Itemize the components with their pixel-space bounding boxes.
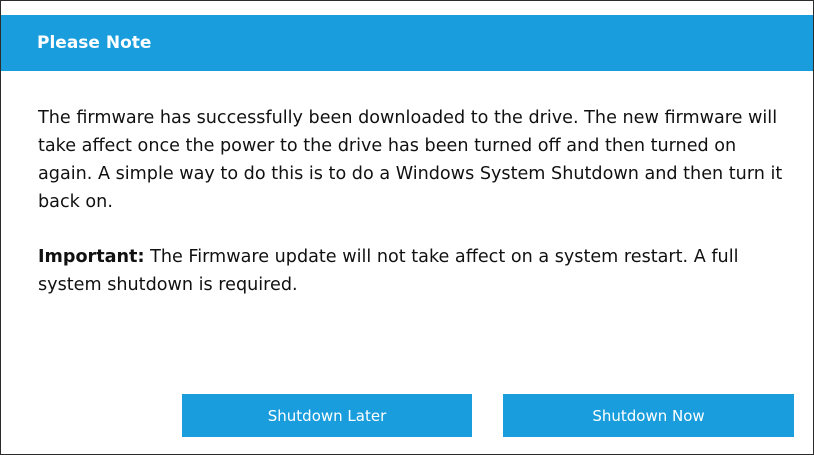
firmware-downloaded-message: The firmware has successfully been downl… bbox=[38, 108, 783, 212]
dialog-message: The firmware has successfully been downl… bbox=[38, 104, 788, 299]
dialog-title: Please Note bbox=[37, 33, 152, 53]
important-label: Important: bbox=[38, 247, 145, 267]
dialog-title-bar: Please Note bbox=[1, 15, 813, 71]
firmware-dialog: Please Note The firmware has successfull… bbox=[0, 0, 814, 455]
shutdown-now-button[interactable]: Shutdown Now bbox=[503, 394, 794, 437]
shutdown-later-button[interactable]: Shutdown Later bbox=[182, 394, 472, 437]
important-note: Important: The Firmware update will not … bbox=[38, 243, 788, 299]
